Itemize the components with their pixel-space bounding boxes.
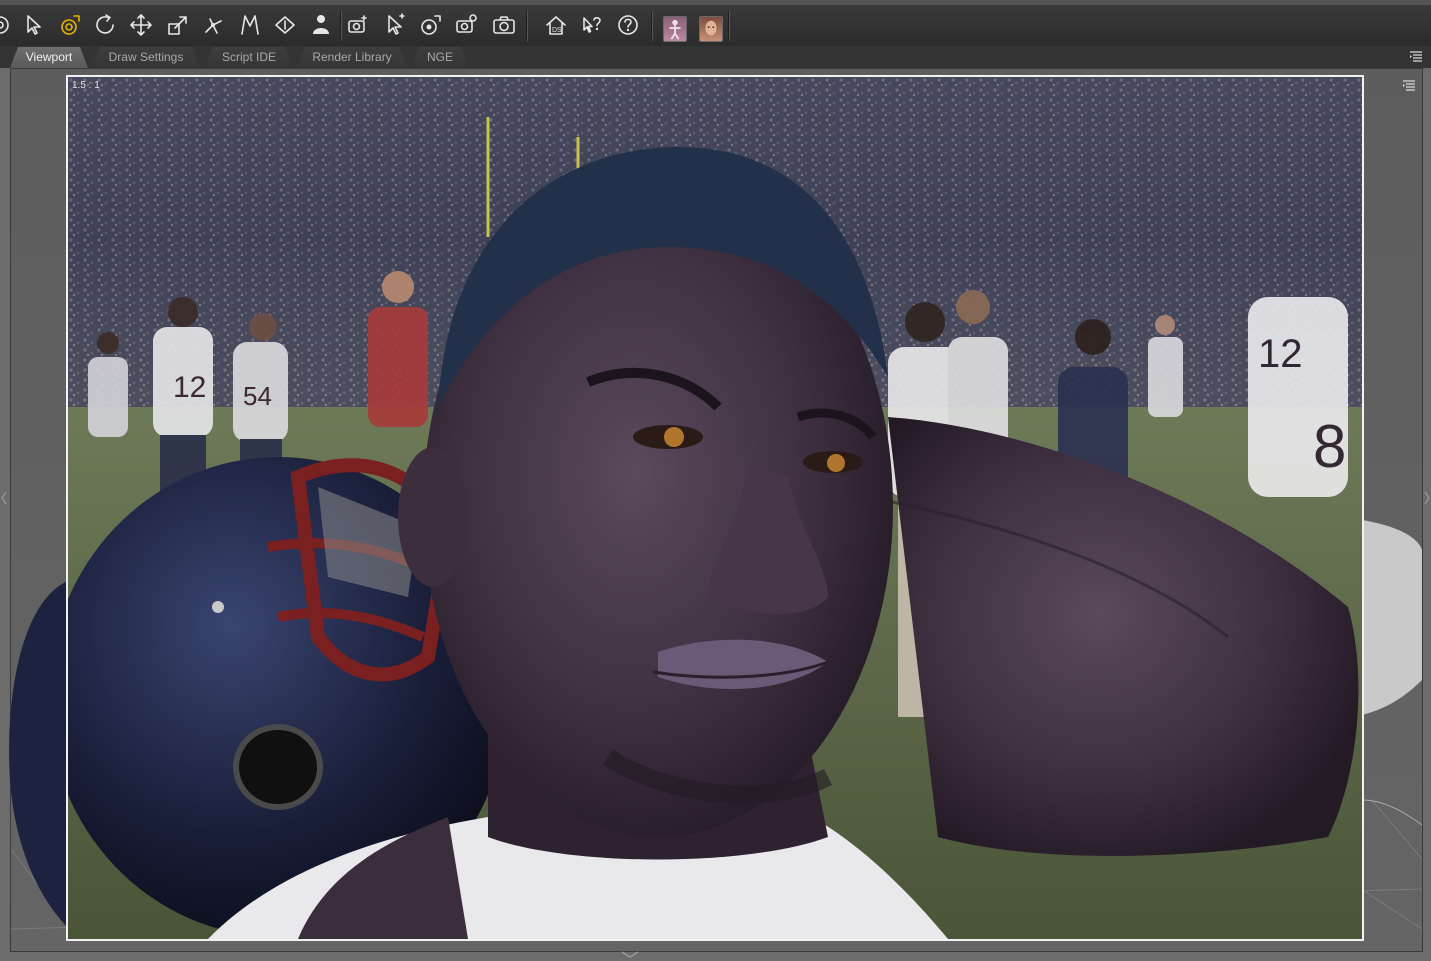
toolbar-separator: [728, 11, 729, 41]
tab-render-library[interactable]: Render Library: [297, 47, 407, 68]
move-arrows-icon[interactable]: [127, 11, 155, 39]
figure-body-icon[interactable]: [663, 16, 687, 42]
svg-text:12: 12: [173, 371, 206, 404]
right-pane-handle-icon[interactable]: [1424, 490, 1430, 506]
camera-icon[interactable]: [490, 11, 518, 39]
tab-nge[interactable]: NGE: [411, 47, 469, 68]
pane-options-menu-icon[interactable]: [1409, 50, 1423, 62]
render-settings-icon[interactable]: [452, 11, 480, 39]
help-icon[interactable]: [614, 11, 642, 39]
target-icon[interactable]: [0, 11, 14, 39]
region-navigator-icon[interactable]: [381, 11, 409, 39]
toolbar-separator: [651, 11, 652, 41]
toolbar-separator: [526, 11, 527, 41]
svg-text:8: 8: [1313, 413, 1346, 480]
pane-tab-bar: Viewport Draw Settings Script IDE Render…: [0, 46, 1431, 68]
active-pose-icon[interactable]: [417, 11, 445, 39]
svg-text:12: 12: [1258, 332, 1303, 376]
figure-face-icon[interactable]: [699, 16, 723, 42]
rendered-football-player-scene: 12 54 12 8: [68, 77, 1362, 939]
rotate-icon[interactable]: [92, 11, 120, 39]
scale-icon[interactable]: [164, 11, 192, 39]
universal-gizmo-icon[interactable]: [56, 11, 84, 39]
ds-home-icon[interactable]: DS: [542, 11, 570, 39]
whats-this-icon[interactable]: [578, 11, 606, 39]
spot-render-icon[interactable]: [344, 11, 372, 39]
pane-collapse-handle-icon[interactable]: [618, 950, 642, 958]
svg-text:54: 54: [243, 381, 272, 411]
tab-script-ide[interactable]: Script IDE: [205, 47, 293, 68]
geometry-editor-icon[interactable]: [236, 11, 264, 39]
tab-viewport[interactable]: Viewport: [10, 47, 88, 68]
helmet-overflow-geometry: [9, 580, 70, 930]
surface-selection-icon[interactable]: [271, 11, 299, 39]
aspect-ratio-label: 1.5 : 1: [72, 80, 100, 91]
arrow-pointer-icon[interactable]: [20, 11, 48, 39]
left-pane-handle-icon[interactable]: [1, 490, 7, 506]
svg-text:DS: DS: [552, 27, 562, 34]
arm-overflow-geometry: [1362, 520, 1423, 826]
power-pose-icon[interactable]: [307, 11, 335, 39]
toolbar-separator: [340, 11, 341, 41]
main-toolbar: DS: [0, 0, 1431, 46]
tab-draw-settings[interactable]: Draw Settings: [92, 47, 200, 68]
camera-frame[interactable]: 12 54 12 8 1.5: 1: [66, 75, 1364, 941]
joint-editor-icon[interactable]: [200, 11, 228, 39]
viewport-options-menu-icon[interactable]: [1402, 79, 1416, 91]
